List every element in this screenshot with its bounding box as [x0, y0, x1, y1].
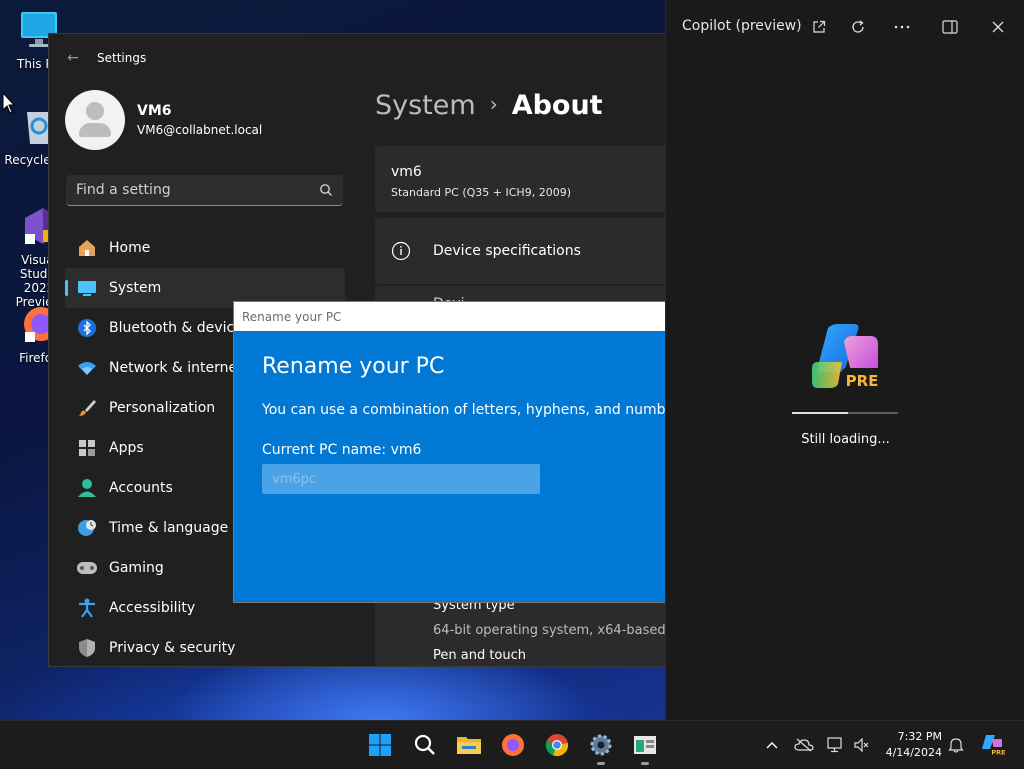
info-icon	[391, 241, 411, 261]
notifications-button[interactable]	[946, 735, 966, 755]
nav-item-label: Time & language	[109, 520, 229, 536]
nav-item-label: Apps	[109, 440, 144, 456]
device-name: vm6	[391, 164, 422, 180]
close-icon[interactable]	[987, 16, 1009, 38]
volume-muted-icon	[854, 738, 869, 752]
network-tray-icon[interactable]	[826, 735, 846, 755]
rename-dialog-description: You can use a combination of letters, hy…	[262, 402, 666, 418]
breadcrumb: System › About	[375, 90, 603, 121]
device-model: Standard PC (Q35 + ICH9, 2009)	[391, 186, 571, 199]
running-indicator	[597, 762, 605, 765]
pen-touch-label: Pen and touch	[433, 648, 527, 663]
nav-item-home[interactable]: Home	[65, 228, 345, 268]
profile-name: VM6	[137, 103, 172, 119]
nav-item-label: Accessibility	[109, 600, 196, 616]
preview-badge: PRE	[846, 372, 879, 390]
gamepad-icon	[77, 562, 97, 574]
nav-item-label: Privacy & security	[109, 640, 236, 656]
person-icon	[78, 479, 96, 497]
refresh-icon[interactable]	[847, 16, 869, 38]
profile-email: VM6@collabnet.local	[137, 123, 263, 137]
settings-window-title: Settings	[97, 51, 147, 65]
globe-clock-icon	[78, 520, 96, 536]
apps-icon	[79, 440, 95, 456]
windows-logo-icon	[369, 734, 391, 756]
shield-icon	[79, 639, 95, 657]
open-external-icon[interactable]	[808, 16, 830, 38]
nav-item-privacy-security[interactable]: Privacy & security	[65, 628, 345, 666]
rename-dialog-heading: Rename your PC	[262, 354, 445, 379]
nav-item-label: System	[109, 280, 162, 296]
chevron-up-icon	[766, 742, 778, 749]
mouse-cursor-icon	[2, 92, 16, 114]
loading-status: Still loading...	[801, 432, 890, 447]
settings-search-box[interactable]	[66, 175, 343, 206]
rename-pc-dialog: Rename your PC Rename your PC You can us…	[233, 301, 666, 603]
copilot-icon: PRE	[982, 735, 1006, 757]
breadcrumb-parent[interactable]: System	[375, 90, 476, 121]
avatar	[65, 90, 125, 150]
show-hidden-icons-button[interactable]	[762, 735, 782, 755]
search-input[interactable]	[66, 181, 318, 199]
user-profile[interactable]: VM6 VM6@collabnet.local	[65, 90, 262, 150]
gear-icon	[590, 734, 612, 756]
copilot-taskbar-button[interactable]: PRE	[980, 732, 1006, 758]
bell-icon	[948, 738, 964, 753]
volume-tray-icon[interactable]	[852, 735, 872, 755]
taskbar: 7:32 PM 4/14/2024 PRE	[0, 720, 1024, 769]
accessibility-icon	[79, 598, 95, 618]
window-app-icon	[634, 736, 656, 754]
settings-taskbar-button[interactable]	[587, 731, 615, 765]
loading-progress-fill	[792, 412, 849, 414]
search-icon[interactable]	[319, 183, 333, 197]
wifi-icon	[78, 362, 96, 375]
copilot-panel: Copilot (preview) PRE Still loading...	[665, 0, 1024, 720]
app-taskbar-button[interactable]	[631, 731, 659, 765]
current-pc-name: Current PC name: vm6	[262, 442, 422, 458]
folder-icon	[457, 737, 481, 754]
nav-item-label: Accounts	[109, 480, 173, 496]
bluetooth-icon	[78, 319, 96, 337]
preview-badge: PRE	[991, 749, 1005, 757]
nav-item-label: Personalization	[109, 400, 216, 416]
cloud-off-icon	[794, 738, 814, 752]
system-type-value: 64-bit operating system, x64-based p	[433, 623, 666, 638]
search-icon	[414, 734, 435, 755]
chrome-taskbar-button[interactable]	[543, 731, 571, 759]
nav-item-label: Home	[109, 240, 151, 256]
file-explorer-button[interactable]	[455, 731, 483, 759]
loading-progress-bar	[792, 412, 898, 414]
clock-time: 7:32 PM	[897, 730, 942, 743]
chevron-right-icon: ›	[489, 92, 498, 116]
new-pc-name-input[interactable]	[262, 464, 540, 494]
rename-dialog-titlebar[interactable]: Rename your PC	[234, 302, 665, 331]
back-arrow-icon[interactable]: ←	[49, 50, 97, 66]
taskbar-clock[interactable]: 7:32 PM 4/14/2024	[880, 729, 942, 761]
clock-date: 4/14/2024	[885, 746, 942, 759]
device-name-card[interactable]: vm6 Standard PC (Q35 + ICH9, 2009)	[375, 146, 665, 212]
home-icon	[79, 240, 95, 256]
page-title: About	[511, 90, 603, 121]
nav-item-label: Network & internet	[109, 360, 243, 376]
brush-icon	[79, 400, 96, 416]
taskbar-search-button[interactable]	[411, 731, 439, 759]
nav-item-label: Bluetooth & devices	[109, 320, 251, 336]
copilot-logo-icon: PRE	[812, 324, 882, 392]
firefox-taskbar-button[interactable]	[499, 731, 527, 759]
onedrive-tray-icon[interactable]	[794, 735, 814, 755]
start-button[interactable]	[366, 731, 394, 759]
firefox-icon	[502, 734, 524, 756]
device-specifications-label: Device specifications	[433, 243, 581, 259]
nav-item-label: Gaming	[109, 560, 164, 576]
running-indicator	[641, 762, 649, 765]
monitor-icon	[78, 281, 96, 296]
network-monitor-icon	[827, 737, 842, 753]
chrome-icon	[545, 734, 568, 757]
copilot-title: Copilot (preview)	[682, 18, 802, 34]
device-specifications-card[interactable]: Device specifications	[375, 218, 665, 284]
dock-panel-icon[interactable]	[939, 16, 961, 38]
more-options-icon[interactable]	[891, 16, 913, 38]
